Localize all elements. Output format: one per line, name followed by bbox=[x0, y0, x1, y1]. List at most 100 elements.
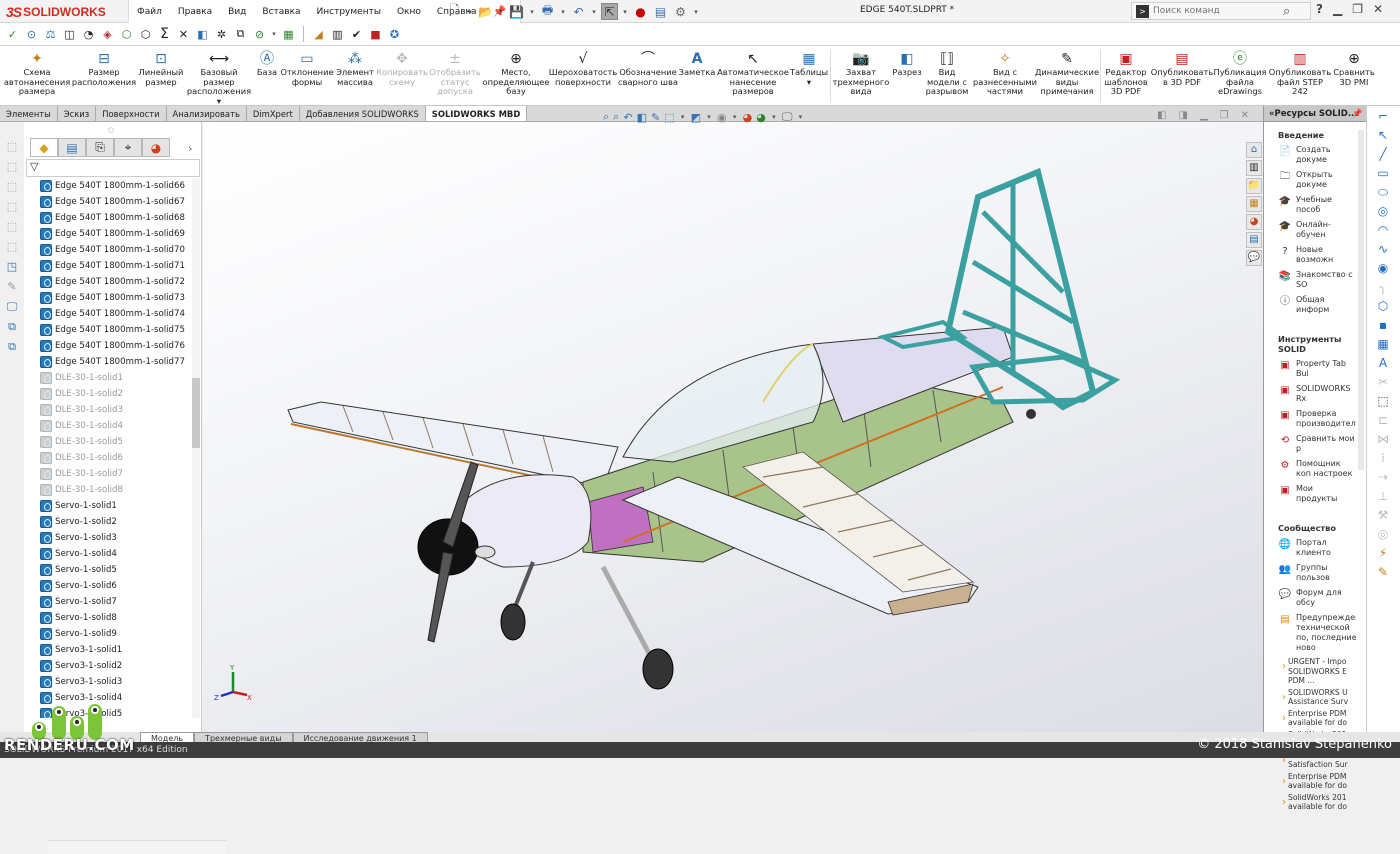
surface-finish-button[interactable]: √ Шероховатость поверхности bbox=[549, 50, 617, 87]
solidworks-logo[interactable]: 3S SOLIDWORKS bbox=[6, 2, 106, 22]
weld-symbol-button[interactable]: ⌒ Обозначение сварного шва bbox=[618, 50, 678, 87]
measure-icon[interactable]: ⊙ bbox=[23, 26, 40, 43]
menu-tools[interactable]: Инструменты bbox=[309, 7, 389, 17]
3d-pdf-template-editor-button[interactable]: ▣ Редактор шаблонов 3D PDF bbox=[1104, 50, 1148, 97]
chevron-down-icon[interactable]: ▾ bbox=[621, 8, 629, 16]
new-document-icon[interactable]: 🗋 bbox=[446, 3, 463, 20]
chevron-down-icon[interactable]: ▾ bbox=[497, 8, 505, 16]
task-pane-link[interactable]: 💬 Форум для обсу bbox=[1264, 586, 1356, 611]
capture-3d-view-button[interactable]: 📷 Захват трехмерного вида bbox=[833, 50, 890, 97]
task-pane-link[interactable]: ? Новые возможн bbox=[1264, 243, 1356, 268]
quick-snaps-icon[interactable]: ◎ bbox=[1374, 527, 1392, 543]
tree-filter[interactable]: ▽ bbox=[26, 159, 200, 177]
news-item[interactable]: SolidWorks 201 available for do bbox=[1264, 792, 1356, 813]
property-manager-tab-icon[interactable]: ▤ bbox=[58, 138, 86, 157]
horizontal-scrollbar[interactable] bbox=[48, 840, 226, 854]
news-item[interactable]: URGENT - Impo SOLIDWORKS E PDM ... bbox=[1264, 656, 1356, 687]
section-view-button[interactable]: ◧ Разрез bbox=[892, 50, 922, 78]
tree-item[interactable]: DLE-30-1-solid5 bbox=[40, 434, 186, 450]
tree-item[interactable]: DLE-30-1-solid1 bbox=[40, 370, 186, 386]
chevron-down-icon[interactable]: ▾ bbox=[528, 8, 536, 16]
tree-item[interactable]: Servo3-1-solid3 bbox=[40, 674, 186, 690]
convert-entities-icon[interactable]: ⬚ bbox=[1374, 394, 1392, 410]
select-cursor-icon[interactable]: ⇱ bbox=[601, 3, 618, 20]
task-pane-scrollbar[interactable] bbox=[1358, 130, 1364, 470]
panel-grip-icon[interactable]: ○ bbox=[108, 126, 114, 134]
plane-icon[interactable]: ▦ bbox=[1374, 337, 1392, 353]
linear-dimension-button[interactable]: ⊡ Линейный размер bbox=[138, 50, 184, 87]
tab-features[interactable]: Элементы bbox=[0, 106, 58, 121]
menu-file[interactable]: Файл bbox=[129, 7, 170, 17]
dimxpert-manager-tab-icon[interactable]: ⌖ bbox=[114, 138, 142, 157]
tab-sketch[interactable]: Эскиз bbox=[58, 106, 97, 121]
tree-item[interactable]: Edge 540T 1800mm-1-solid69 bbox=[40, 226, 186, 242]
view-cube-icon[interactable]: ⬚ bbox=[4, 160, 20, 176]
restore-icon[interactable]: ❐ bbox=[1352, 2, 1363, 16]
menu-edit[interactable]: Правка bbox=[170, 7, 220, 17]
line-icon[interactable]: ╱ bbox=[1374, 147, 1392, 163]
airplane-model[interactable] bbox=[203, 122, 1263, 736]
forum-icon[interactable]: 💬 bbox=[1246, 250, 1262, 266]
minimize-icon[interactable]: ▁ bbox=[1333, 2, 1342, 16]
instant-2d-icon[interactable]: ✎ bbox=[1374, 565, 1392, 581]
tree-item[interactable]: Edge 540T 1800mm-1-solid75 bbox=[40, 322, 186, 338]
task-pane-link[interactable]: ⚙ Помощник коп настроек bbox=[1264, 457, 1356, 482]
task-pane-link[interactable]: 🎓 Онлайн-обучен bbox=[1264, 218, 1356, 243]
zebra-stripes-icon[interactable]: ▥ bbox=[329, 26, 346, 43]
task-pane-link[interactable]: 🗀 Открыть докуме bbox=[1264, 168, 1356, 193]
news-item[interactable]: SOLIDWORKS U Assistance Surv bbox=[1264, 687, 1356, 708]
edit-sketch-icon[interactable]: ✎ bbox=[4, 280, 20, 296]
text-icon[interactable]: A bbox=[1374, 356, 1392, 372]
task-pane-link[interactable]: ▣ SOLIDWORKS Rx bbox=[1264, 382, 1356, 407]
publish-edrawings-button[interactable]: ⓔ Публикация файла eDrawings bbox=[1213, 50, 1266, 97]
tree-item[interactable]: Edge 540T 1800mm-1-solid66 bbox=[40, 178, 186, 194]
graphics-area[interactable]: ⌕ ⌕ ↶ ◧ ✎ ⬚ ▾ ◩ ▾ ◉ ▾ ◕ ◕ ▾ 🖵 ▾ ◧ ◨ ▁ ❐ ✕ bbox=[203, 110, 1263, 736]
pin-icon[interactable]: 📌 bbox=[1352, 106, 1363, 122]
dynamic-annotation-views-button[interactable]: ✎ Динамические виды примечания bbox=[1035, 50, 1099, 97]
search-input[interactable] bbox=[1153, 6, 1283, 16]
move-entities-icon[interactable]: ⇢ bbox=[1374, 470, 1392, 486]
rebuild-traffic-light-icon[interactable]: ● bbox=[632, 3, 649, 20]
sketch-icon[interactable]: ⌐ bbox=[1374, 109, 1392, 125]
curvature-icon[interactable]: ◢ bbox=[310, 26, 327, 43]
chevron-down-icon[interactable]: ▾ bbox=[770, 113, 778, 121]
excel-table-icon[interactable]: ▦ bbox=[280, 26, 297, 43]
file-properties-icon[interactable]: ▤ bbox=[652, 3, 669, 20]
linear-pattern-icon[interactable]: ⁞ bbox=[1374, 451, 1392, 467]
tree-item[interactable]: Edge 540T 1800mm-1-solid74 bbox=[40, 306, 186, 322]
mirror-icon[interactable]: ⋈ bbox=[1374, 432, 1392, 448]
chevron-down-icon[interactable]: ▾ bbox=[692, 8, 700, 16]
deviation-check-icon[interactable]: ✔ bbox=[348, 26, 365, 43]
publish-step-242-button[interactable]: ▥ Опубликовать файл STEP 242 bbox=[1269, 50, 1331, 97]
custom-properties-icon[interactable]: ▤ bbox=[1246, 232, 1262, 248]
smart-dimension-icon[interactable]: ↖ bbox=[1374, 128, 1392, 144]
relations-icon[interactable]: ⊥ bbox=[1374, 489, 1392, 505]
chevron-down-icon[interactable]: ▾ bbox=[559, 8, 567, 16]
copy-scheme-button[interactable]: ✥ Копировать схему bbox=[376, 50, 428, 87]
location-dimension-button[interactable]: ⊟ Размер расположения bbox=[72, 50, 136, 87]
restore-icon[interactable]: ❐ bbox=[1220, 110, 1229, 121]
geometry-analysis-icon[interactable]: ⬡ bbox=[137, 26, 154, 43]
chevron-right-icon[interactable]: › bbox=[188, 142, 192, 155]
undo-icon[interactable]: ↶ bbox=[570, 3, 587, 20]
appearances-icon[interactable]: ◕ bbox=[1246, 214, 1262, 230]
slot-icon[interactable]: ⬭ bbox=[1374, 185, 1392, 201]
datum-target-button[interactable]: ⊕ Место, определяющее базу bbox=[483, 50, 550, 97]
chevron-down-icon[interactable]: ▾ bbox=[590, 8, 598, 16]
tree-scrollbar[interactable] bbox=[192, 178, 200, 718]
home-icon[interactable]: ⌂ bbox=[1246, 142, 1262, 158]
tree-item[interactable]: Servo-1-solid1 bbox=[40, 498, 186, 514]
tree-item[interactable]: DLE-30-1-solid4 bbox=[40, 418, 186, 434]
task-pane-link[interactable]: 📚 Знакомство с SO bbox=[1264, 268, 1356, 293]
arc-icon[interactable]: ◠ bbox=[1374, 223, 1392, 239]
costing-icon[interactable]: ✪ bbox=[386, 26, 403, 43]
tree-item[interactable]: Servo-1-solid9 bbox=[40, 626, 186, 642]
section-properties-icon[interactable]: ◫ bbox=[61, 26, 78, 43]
close-icon[interactable]: ✕ bbox=[1373, 2, 1383, 16]
view-cube-icon[interactable]: ⬚ bbox=[4, 140, 20, 156]
polygon-icon[interactable]: ⬡ bbox=[1374, 299, 1392, 315]
scrollbar-thumb[interactable] bbox=[192, 378, 200, 448]
tree-item[interactable]: DLE-30-1-solid8 bbox=[40, 482, 186, 498]
rapid-sketch-icon[interactable]: ⚡ bbox=[1374, 546, 1392, 562]
tree-item[interactable]: Servo-1-solid5 bbox=[40, 562, 186, 578]
